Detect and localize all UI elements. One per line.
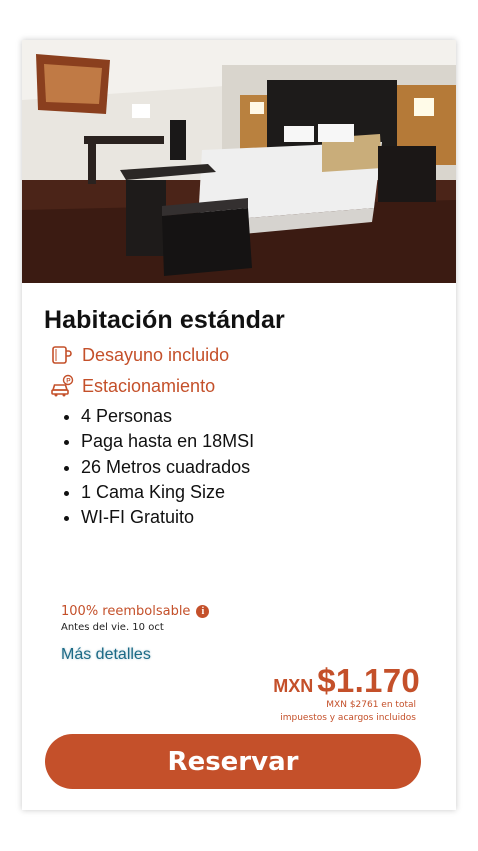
room-title: Habitación estándar: [44, 306, 285, 334]
refund-deadline: Antes del vie. 10 oct: [61, 622, 164, 633]
feature-item: WI-FI Gratuito: [81, 505, 254, 530]
svg-text:P: P: [66, 377, 71, 384]
feature-list: 4 Personas Paga hasta en 18MSI 26 Metros…: [58, 404, 254, 530]
more-details-link[interactable]: Más detalles: [61, 646, 151, 664]
refund-label: 100% reembolsable: [61, 604, 191, 619]
price-currency: MXN: [273, 676, 314, 696]
price-amount: $1.170: [317, 662, 420, 699]
parking-car-icon: P: [50, 374, 74, 398]
feature-item: 1 Cama King Size: [81, 480, 254, 505]
amenity-label: Desayuno incluido: [82, 344, 230, 365]
amenity-breakfast: Desayuno incluido: [50, 342, 229, 368]
price-total-note: MXN $2761 en total impuestos y acargos i…: [216, 699, 416, 725]
refund-policy: 100% reembolsable i: [61, 604, 210, 619]
amenity-parking: P Estacionamiento: [50, 373, 215, 399]
price: MXN $1.170: [273, 662, 420, 700]
info-icon[interactable]: i: [196, 605, 210, 618]
coffee-mug-icon: [50, 343, 74, 367]
feature-item: 4 Personas: [81, 404, 254, 429]
reserve-button[interactable]: Reservar: [45, 734, 421, 789]
feature-item: Paga hasta en 18MSI: [81, 429, 254, 454]
taxes-line: impuestos y acargos incluidos: [280, 713, 416, 723]
amenity-label: Estacionamiento: [82, 375, 216, 396]
total-line: MXN $2761 en total: [326, 700, 416, 710]
room-photo[interactable]: [22, 40, 456, 283]
feature-item: 26 Metros cuadrados: [81, 455, 254, 480]
room-card: Habitación estándar Desayuno incluido P …: [22, 40, 456, 810]
